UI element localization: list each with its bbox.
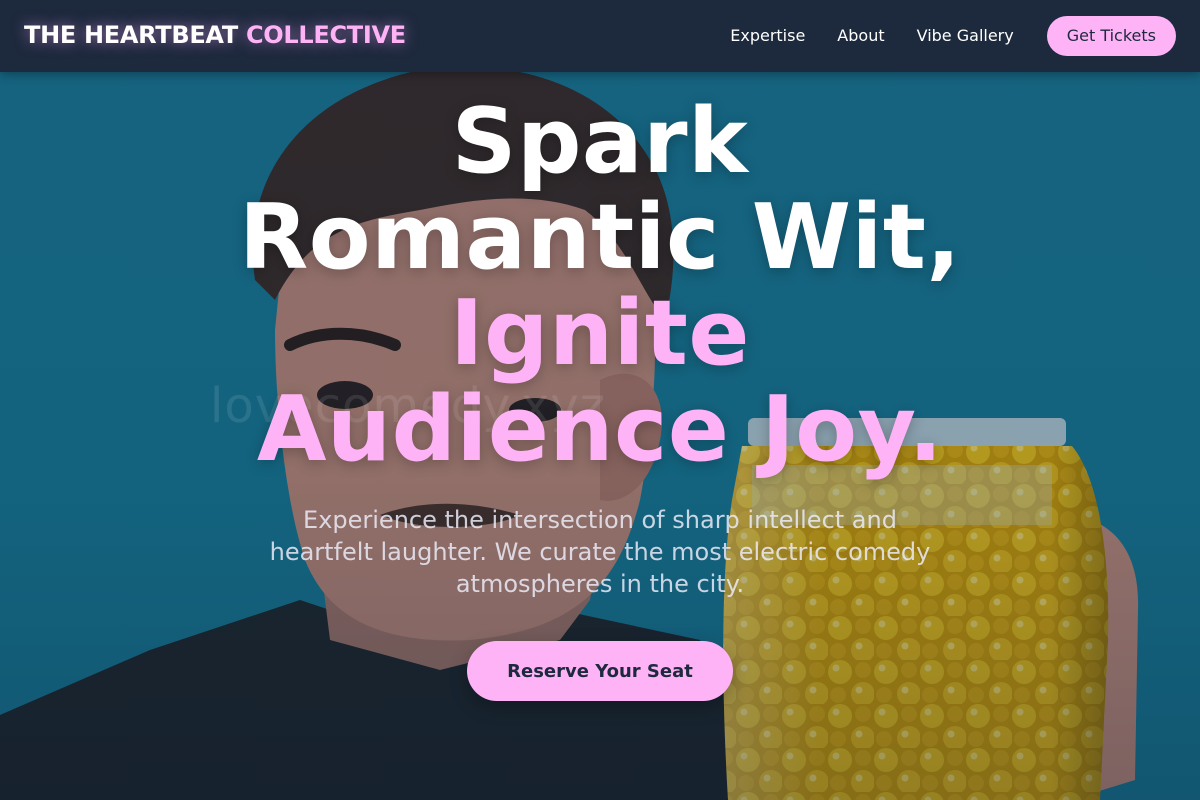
get-tickets-button[interactable]: Get Tickets (1046, 16, 1176, 56)
brand-name-accent: COLLECTIVE (245, 21, 406, 49)
headline-line-3: Ignite (450, 281, 750, 386)
navbar: THE HEARTBEAT COLLECTIVE Expertise About… (0, 0, 1200, 72)
hero-subtext: Experience the intersection of sharp int… (269, 506, 931, 598)
headline-line-1: Spark (451, 89, 749, 194)
reserve-seat-button[interactable]: Reserve Your Seat (467, 641, 733, 701)
nav-links: Expertise About Vibe Gallery Get Tickets (730, 16, 1176, 56)
hero-headline: Spark Romantic Wit, Ignite Audience Joy. (150, 94, 1050, 478)
brand-logo[interactable]: THE HEARTBEAT COLLECTIVE (24, 19, 406, 51)
nav-link-vibe-gallery[interactable]: Vibe Gallery (917, 16, 1014, 56)
headline-line-2: Romantic Wit, (238, 185, 962, 290)
nav-link-about[interactable]: About (837, 16, 884, 56)
brand-name-primary: THE HEARTBEAT (24, 21, 238, 49)
headline-line-4: Audience Joy. (256, 377, 944, 482)
hero-content: Spark Romantic Wit, Ignite Audience Joy.… (0, 94, 1200, 701)
nav-link-expertise[interactable]: Expertise (730, 16, 805, 56)
